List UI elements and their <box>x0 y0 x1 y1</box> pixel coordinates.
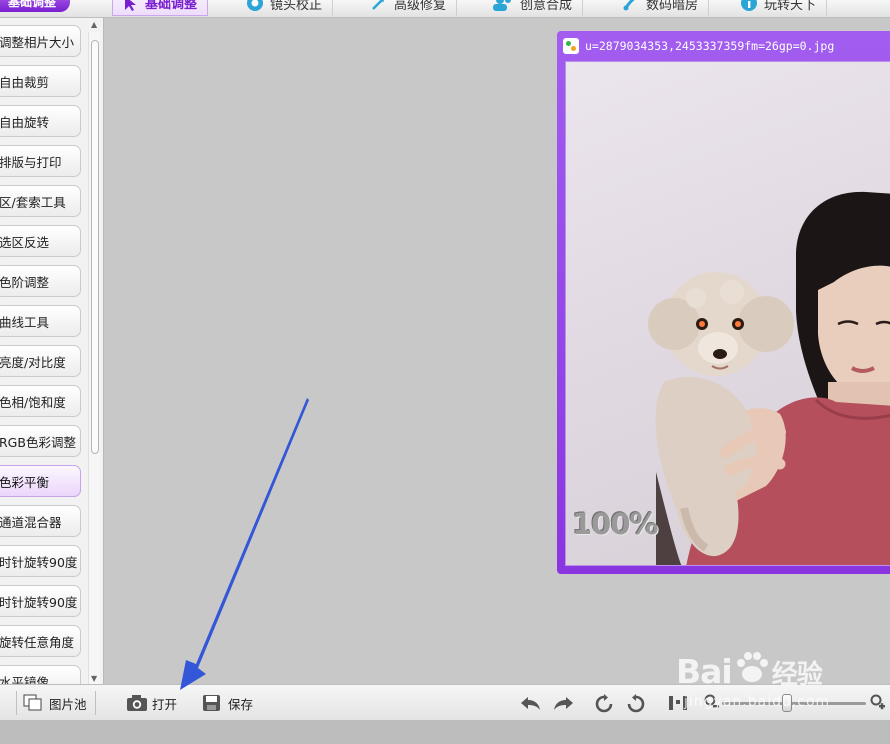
sidebar-tool-label: 时针旋转90度 <box>0 554 78 570</box>
photo-illustration <box>648 191 890 565</box>
tab-lens-correction[interactable]: 镜头校正 <box>236 0 334 16</box>
sidebar-tool-item[interactable]: 自由旋转 <box>0 105 81 137</box>
brush-icon <box>622 0 640 12</box>
sidebar-tool-label: 调整相片大小 <box>0 34 75 50</box>
open-label: 打开 <box>152 696 178 712</box>
sidebar-tool-item[interactable]: 旋转任意角度 <box>0 625 81 657</box>
image-filename: u=2879034353,2453337359fm=26gp=0.jpg <box>585 39 835 53</box>
magic-wand-icon <box>370 0 388 12</box>
zoom-percentage-label: 100% <box>572 507 659 541</box>
info-icon <box>740 0 758 12</box>
sidebar-tool-label: 亮度/对比度 <box>0 354 66 370</box>
sidebar-tool-label: 自由旋转 <box>0 114 50 130</box>
scroll-down-icon[interactable]: ▼ <box>91 674 97 683</box>
picture-pool-label: 图片池 <box>49 696 87 712</box>
sidebar-tool-item[interactable]: 色彩平衡 <box>0 465 81 497</box>
top-toolbar: 基础调整 基础调整 镜头校正 高级修复 创意合成 数码暗房 玩转天下 <box>0 0 890 18</box>
sidebar-scrollbar[interactable]: ▲ ▼ <box>88 20 100 684</box>
save-button[interactable]: 保存 <box>202 691 253 715</box>
tab-label: 玩转天下 <box>764 0 817 13</box>
app-window: 基础调整 基础调整 镜头校正 高级修复 创意合成 数码暗房 玩转天下 调整相片大… <box>0 0 890 744</box>
people-icon <box>492 0 514 12</box>
tab-play-world[interactable]: 玩转天下 <box>730 0 828 16</box>
sidebar-tool-item[interactable]: 通道混合器 <box>0 505 81 537</box>
sidebar-tool-label: 通道混合器 <box>0 514 62 530</box>
sidebar-tool-item[interactable]: 自由裁剪 <box>0 65 81 97</box>
watermark-brand-suffix: 经验 <box>771 660 823 690</box>
sidebar-tool-item[interactable]: 曲线工具 <box>0 305 81 337</box>
camera-icon <box>126 694 147 712</box>
photo-preview[interactable]: 100% <box>565 61 890 566</box>
sidebar-tool-item[interactable]: 色阶调整 <box>0 265 81 297</box>
sidebar-tool-item[interactable]: RGB色彩调整 <box>0 425 81 457</box>
brand-badge: 基础调整 <box>0 0 70 12</box>
save-label: 保存 <box>228 696 254 712</box>
scrollbar-thumb[interactable] <box>91 40 99 454</box>
floppy-disk-icon <box>202 694 222 712</box>
open-button[interactable]: 打开 <box>126 691 177 715</box>
scroll-up-icon[interactable]: ▲ <box>91 20 97 29</box>
tab-label: 创意合成 <box>520 0 573 13</box>
redo-icon[interactable] <box>552 694 574 716</box>
sidebar-tool-label: 时针旋转90度 <box>0 594 78 610</box>
image-window-titlebar[interactable]: u=2879034353,2453337359fm=26gp=0.jpg <box>563 36 834 56</box>
sidebar-tool-item[interactable]: 选区反选 <box>0 225 81 257</box>
brand-label: 基础调整 <box>7 0 56 9</box>
picture-pool-button[interactable]: 图片池 <box>16 691 96 715</box>
paw-icon <box>734 650 770 686</box>
sidebar-tool-label: 区/套索工具 <box>0 194 66 210</box>
picture-pool-icon <box>23 694 43 712</box>
watermark-brand: Bai <box>676 652 733 691</box>
sidebar-tool-label: 排版与打印 <box>0 154 62 170</box>
tab-digital-darkroom[interactable]: 数码暗房 <box>612 0 710 16</box>
aperture-icon <box>246 0 264 12</box>
sidebar-tool-label: 旋转任意角度 <box>0 634 75 650</box>
tab-basic-adjust[interactable]: 基础调整 <box>112 0 209 16</box>
sidebar-tool-item[interactable]: 时针旋转90度 <box>0 585 81 617</box>
tool-sidebar: 调整相片大小 自由裁剪自由旋转排版与打印区/套索工具 选区反选色阶调整曲线工具亮度/… <box>0 18 104 697</box>
sidebar-tool-item[interactable]: 色相/饱和度 <box>0 385 81 417</box>
sidebar-tool-item[interactable]: 调整相片大小 <box>0 25 81 57</box>
image-file-icon <box>563 38 579 54</box>
watermark-url: jingyan.baidu.com <box>684 694 831 710</box>
sidebar-tool-label: 色彩平衡 <box>0 474 50 490</box>
sidebar-tool-label: RGB色彩调整 <box>0 434 76 450</box>
cursor-icon <box>123 0 139 12</box>
tab-label: 高级修复 <box>394 0 447 13</box>
sidebar-tool-item[interactable]: 区/套索工具 <box>0 185 81 217</box>
tab-label: 数码暗房 <box>646 0 699 13</box>
sidebar-tool-label: 色阶调整 <box>0 274 50 290</box>
sidebar-tool-item[interactable]: 时针旋转90度 <box>0 545 81 577</box>
sidebar-tool-item[interactable]: 亮度/对比度 <box>0 345 81 377</box>
status-bar <box>0 720 890 744</box>
undo-icon[interactable] <box>520 694 542 716</box>
tab-creative-compose[interactable]: 创意合成 <box>482 0 584 16</box>
image-window[interactable]: u=2879034353,2453337359fm=26gp=0.jpg 100… <box>557 31 890 574</box>
tab-label: 镜头校正 <box>270 0 323 13</box>
sidebar-tool-label: 自由裁剪 <box>0 74 50 90</box>
sidebar-tool-label: 曲线工具 <box>0 314 50 330</box>
rotate-left-icon[interactable] <box>594 694 614 718</box>
baidu-watermark: Bai 经验 jingyan.baidu.com <box>676 650 886 720</box>
tab-advanced-repair[interactable]: 高级修复 <box>360 0 458 16</box>
tab-label: 基础调整 <box>145 0 198 12</box>
sidebar-tool-label: 色相/饱和度 <box>0 394 66 410</box>
sidebar-tool-label: 选区反选 <box>0 234 50 250</box>
sidebar-tool-item[interactable]: 排版与打印 <box>0 145 81 177</box>
rotate-right-icon[interactable] <box>626 694 646 718</box>
